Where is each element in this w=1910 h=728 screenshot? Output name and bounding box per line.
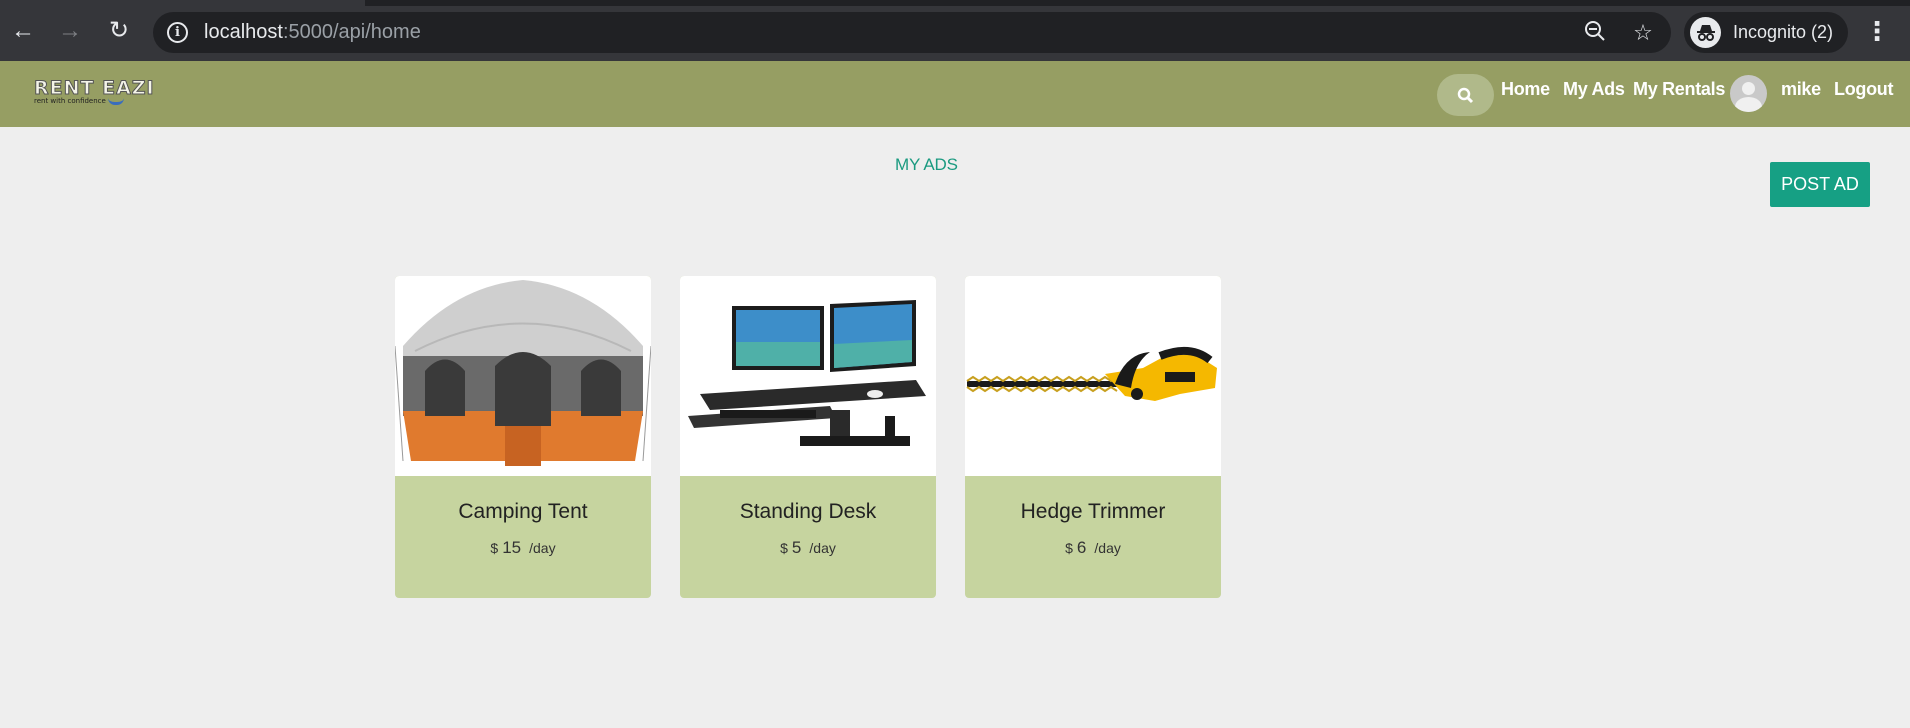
ad-card-camping-tent[interactable]: Camping Tent $15/day	[395, 276, 651, 598]
ad-card-standing-desk[interactable]: Standing Desk $5/day	[680, 276, 936, 598]
user-avatar[interactable]	[1730, 75, 1767, 112]
ad-price: $6/day	[965, 538, 1221, 558]
ad-title[interactable]: Standing Desk	[680, 500, 936, 524]
price-amount: 15	[502, 538, 522, 557]
page-title: MY ADS	[895, 155, 958, 174]
trimmer-image[interactable]	[965, 276, 1221, 476]
logo-swoosh-icon	[107, 98, 124, 105]
ad-card-hedge-trimmer[interactable]: Hedge Trimmer $6/day	[965, 276, 1221, 598]
url-host: localhost	[204, 21, 283, 43]
url-text[interactable]: localhost:5000/api/home	[204, 21, 421, 44]
browser-menu-icon[interactable]: ⋮	[1864, 16, 1890, 46]
price-currency: $	[490, 540, 499, 556]
browser-chrome: ← → ↻ i localhost:5000/api/home ☆ Incogn…	[0, 0, 1910, 61]
nav-link-logout[interactable]: Logout	[1834, 79, 1893, 100]
reload-icon[interactable]: ↻	[104, 16, 134, 46]
url-path: :5000/api/home	[282, 21, 421, 43]
incognito-button[interactable]: Incognito (2)	[1684, 12, 1848, 53]
price-currency: $	[1065, 540, 1073, 556]
avatar-head	[1742, 82, 1755, 95]
nav-link-home[interactable]: Home	[1501, 79, 1550, 100]
search-icon	[1457, 87, 1474, 104]
price-period: /day	[1094, 540, 1121, 556]
price-currency: $	[780, 540, 788, 556]
post-ad-button[interactable]: POST AD	[1770, 162, 1870, 207]
nav-username[interactable]: mike	[1781, 79, 1821, 100]
ad-title[interactable]: Hedge Trimmer	[965, 500, 1221, 524]
tent-image[interactable]	[395, 276, 651, 476]
logo-tagline: rent with confidence	[34, 97, 106, 105]
avatar-body	[1735, 97, 1762, 112]
back-arrow-icon[interactable]: ←	[8, 16, 38, 46]
price-period: /day	[809, 540, 836, 556]
zoom-out-icon[interactable]	[1581, 19, 1609, 47]
forward-arrow-icon[interactable]: →	[55, 16, 85, 46]
bookmark-star-icon[interactable]: ☆	[1629, 19, 1657, 47]
desk-image[interactable]	[680, 276, 936, 476]
ad-price: $5/day	[680, 538, 936, 558]
tab-strip-edge	[365, 0, 1910, 6]
app-navbar: RENT EAZI rent with confidence Home My A…	[0, 61, 1910, 127]
incognito-label: Incognito (2)	[1733, 22, 1834, 42]
site-info-icon[interactable]: i	[167, 22, 188, 43]
site-logo[interactable]: RENT EAZI rent with confidence	[34, 77, 155, 106]
ad-title[interactable]: Camping Tent	[395, 500, 651, 524]
incognito-icon	[1690, 17, 1721, 48]
ad-price: $15/day	[395, 538, 651, 558]
nav-link-my-ads[interactable]: My Ads	[1563, 79, 1625, 100]
price-amount: 5	[791, 538, 802, 557]
address-bar[interactable]: i localhost:5000/api/home ☆	[153, 12, 1671, 53]
price-period: /day	[529, 540, 556, 556]
nav-link-my-rentals[interactable]: My Rentals	[1633, 79, 1725, 100]
logo-title: RENT EAZI	[34, 77, 155, 100]
price-amount: 6	[1076, 538, 1087, 557]
search-button[interactable]	[1437, 74, 1494, 116]
